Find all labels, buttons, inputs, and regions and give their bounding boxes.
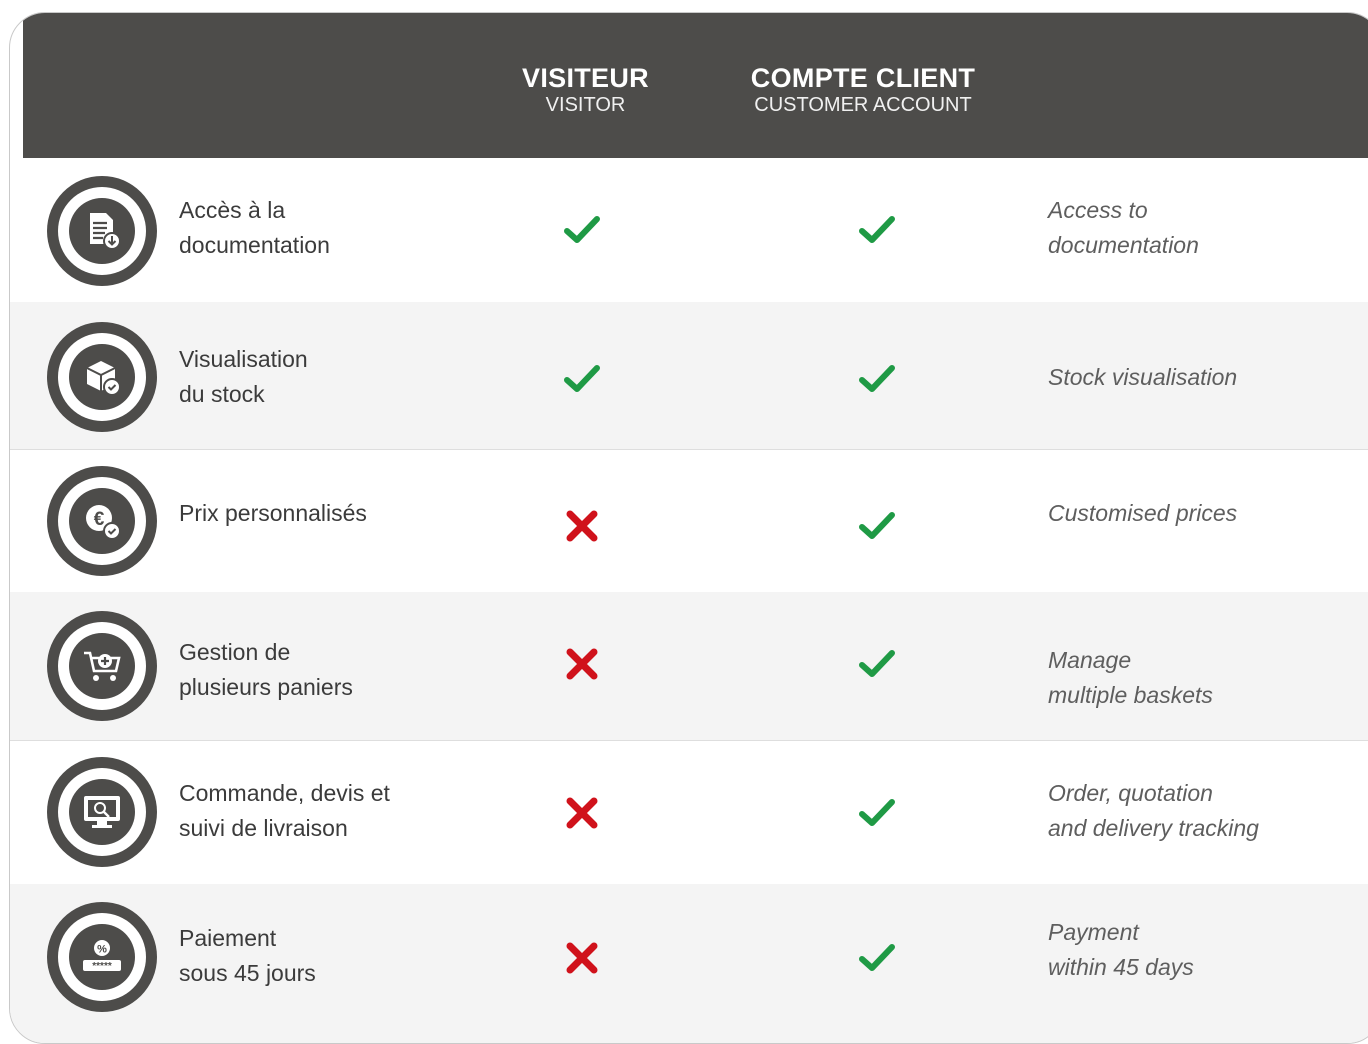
client-column-header: COMPTE CLIENT CUSTOMER ACCOUNT xyxy=(728,63,998,117)
feature-label-fr: Gestion de plusieurs paniers xyxy=(179,639,353,700)
cross-icon xyxy=(562,644,602,684)
check-icon xyxy=(857,938,897,978)
euro-price-icon: € xyxy=(47,466,157,576)
visitor-title: VISITEUR xyxy=(522,63,649,93)
feature-label-fr: Commande, devis et suivi de livraison xyxy=(179,780,390,841)
table-row: Accès à la documentation Access to documen… xyxy=(10,158,1368,303)
table-row: % ***** Paiement sous 45 jours Payment wit… xyxy=(10,884,1368,1043)
cross-icon xyxy=(562,793,602,833)
feature-label-fr: Visualisation du stock xyxy=(179,346,308,407)
stock-box-icon xyxy=(47,322,157,432)
check-icon xyxy=(857,210,897,250)
cross-icon xyxy=(562,506,602,546)
monitor-search-icon xyxy=(47,757,157,867)
visitor-column-header: VISITEUR VISITOR xyxy=(493,63,678,117)
check-icon xyxy=(857,793,897,833)
check-icon xyxy=(562,359,602,399)
svg-text:*****: ***** xyxy=(92,961,112,972)
table-header: VISITEUR VISITOR COMPTE CLIENT CUSTOMER … xyxy=(23,13,1368,158)
feature-label-en: Customised prices xyxy=(1048,500,1238,526)
table-row: Visualisation du stock Stock visualisatio… xyxy=(10,302,1368,450)
svg-text:€: € xyxy=(94,509,105,530)
check-icon xyxy=(562,210,602,250)
feature-label-fr: Accès à la documentation xyxy=(179,197,330,258)
table-row: € Prix personnalisés Customised prices xyxy=(10,449,1368,593)
feature-label-en: Payment within 45 days xyxy=(1048,919,1194,980)
payment-card-icon: % ***** xyxy=(47,902,157,1012)
visitor-subtitle: VISITOR xyxy=(545,94,626,116)
check-icon xyxy=(857,644,897,684)
table-row: Commande, devis et suivi de livraison Ord… xyxy=(10,740,1368,885)
shopping-cart-add-icon xyxy=(47,611,157,721)
document-download-icon xyxy=(47,176,157,286)
table-row: Gestion de plusieurs paniers Manage multip… xyxy=(10,592,1368,741)
feature-label-en: Access to documentation xyxy=(1048,197,1199,258)
check-icon xyxy=(857,506,897,546)
comparison-table: VISITEUR VISITOR COMPTE CLIENT CUSTOMER … xyxy=(9,12,1368,1044)
svg-text:%: % xyxy=(97,944,107,956)
feature-label-fr: Paiement sous 45 jours xyxy=(179,925,316,986)
feature-label-en: Order, quotation and delivery tracking xyxy=(1048,780,1259,841)
cross-icon xyxy=(562,938,602,978)
feature-label-en: Manage multiple baskets xyxy=(1048,647,1213,708)
client-title: COMPTE CLIENT xyxy=(750,63,976,93)
client-subtitle: CUSTOMER ACCOUNT xyxy=(754,94,972,116)
check-icon xyxy=(857,359,897,399)
feature-label-fr: Prix personnalisés xyxy=(179,500,367,526)
feature-label-en: Stock visualisation xyxy=(1048,364,1238,390)
